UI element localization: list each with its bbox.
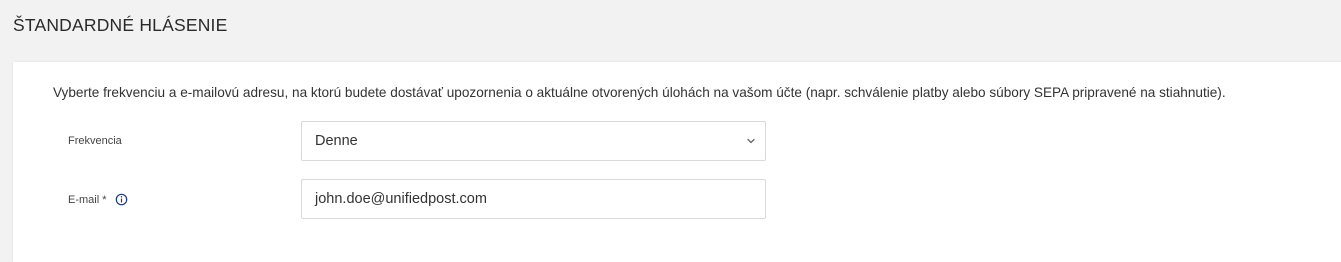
frequency-selected-value: Denne <box>315 133 358 149</box>
email-value: john.doe@unifiedpost.com <box>315 191 487 207</box>
info-icon[interactable] <box>115 193 128 206</box>
description-text: Vyberte frekvenciu a e-mailovú adresu, n… <box>53 85 1226 100</box>
frequency-label-text: Frekvencia <box>68 135 122 147</box>
frequency-label: Frekvencia <box>68 135 122 147</box>
chevron-down-icon <box>747 138 755 144</box>
email-label-text: E-mail * <box>68 193 107 206</box>
settings-card: Vyberte frekvenciu a e-mailovú adresu, n… <box>13 62 1341 262</box>
email-field[interactable]: john.doe@unifiedpost.com <box>301 179 766 219</box>
section-title: ŠTANDARDNÉ HLÁSENIE <box>13 15 228 35</box>
frequency-select[interactable]: Denne <box>301 121 766 161</box>
email-label: E-mail * <box>68 193 128 206</box>
